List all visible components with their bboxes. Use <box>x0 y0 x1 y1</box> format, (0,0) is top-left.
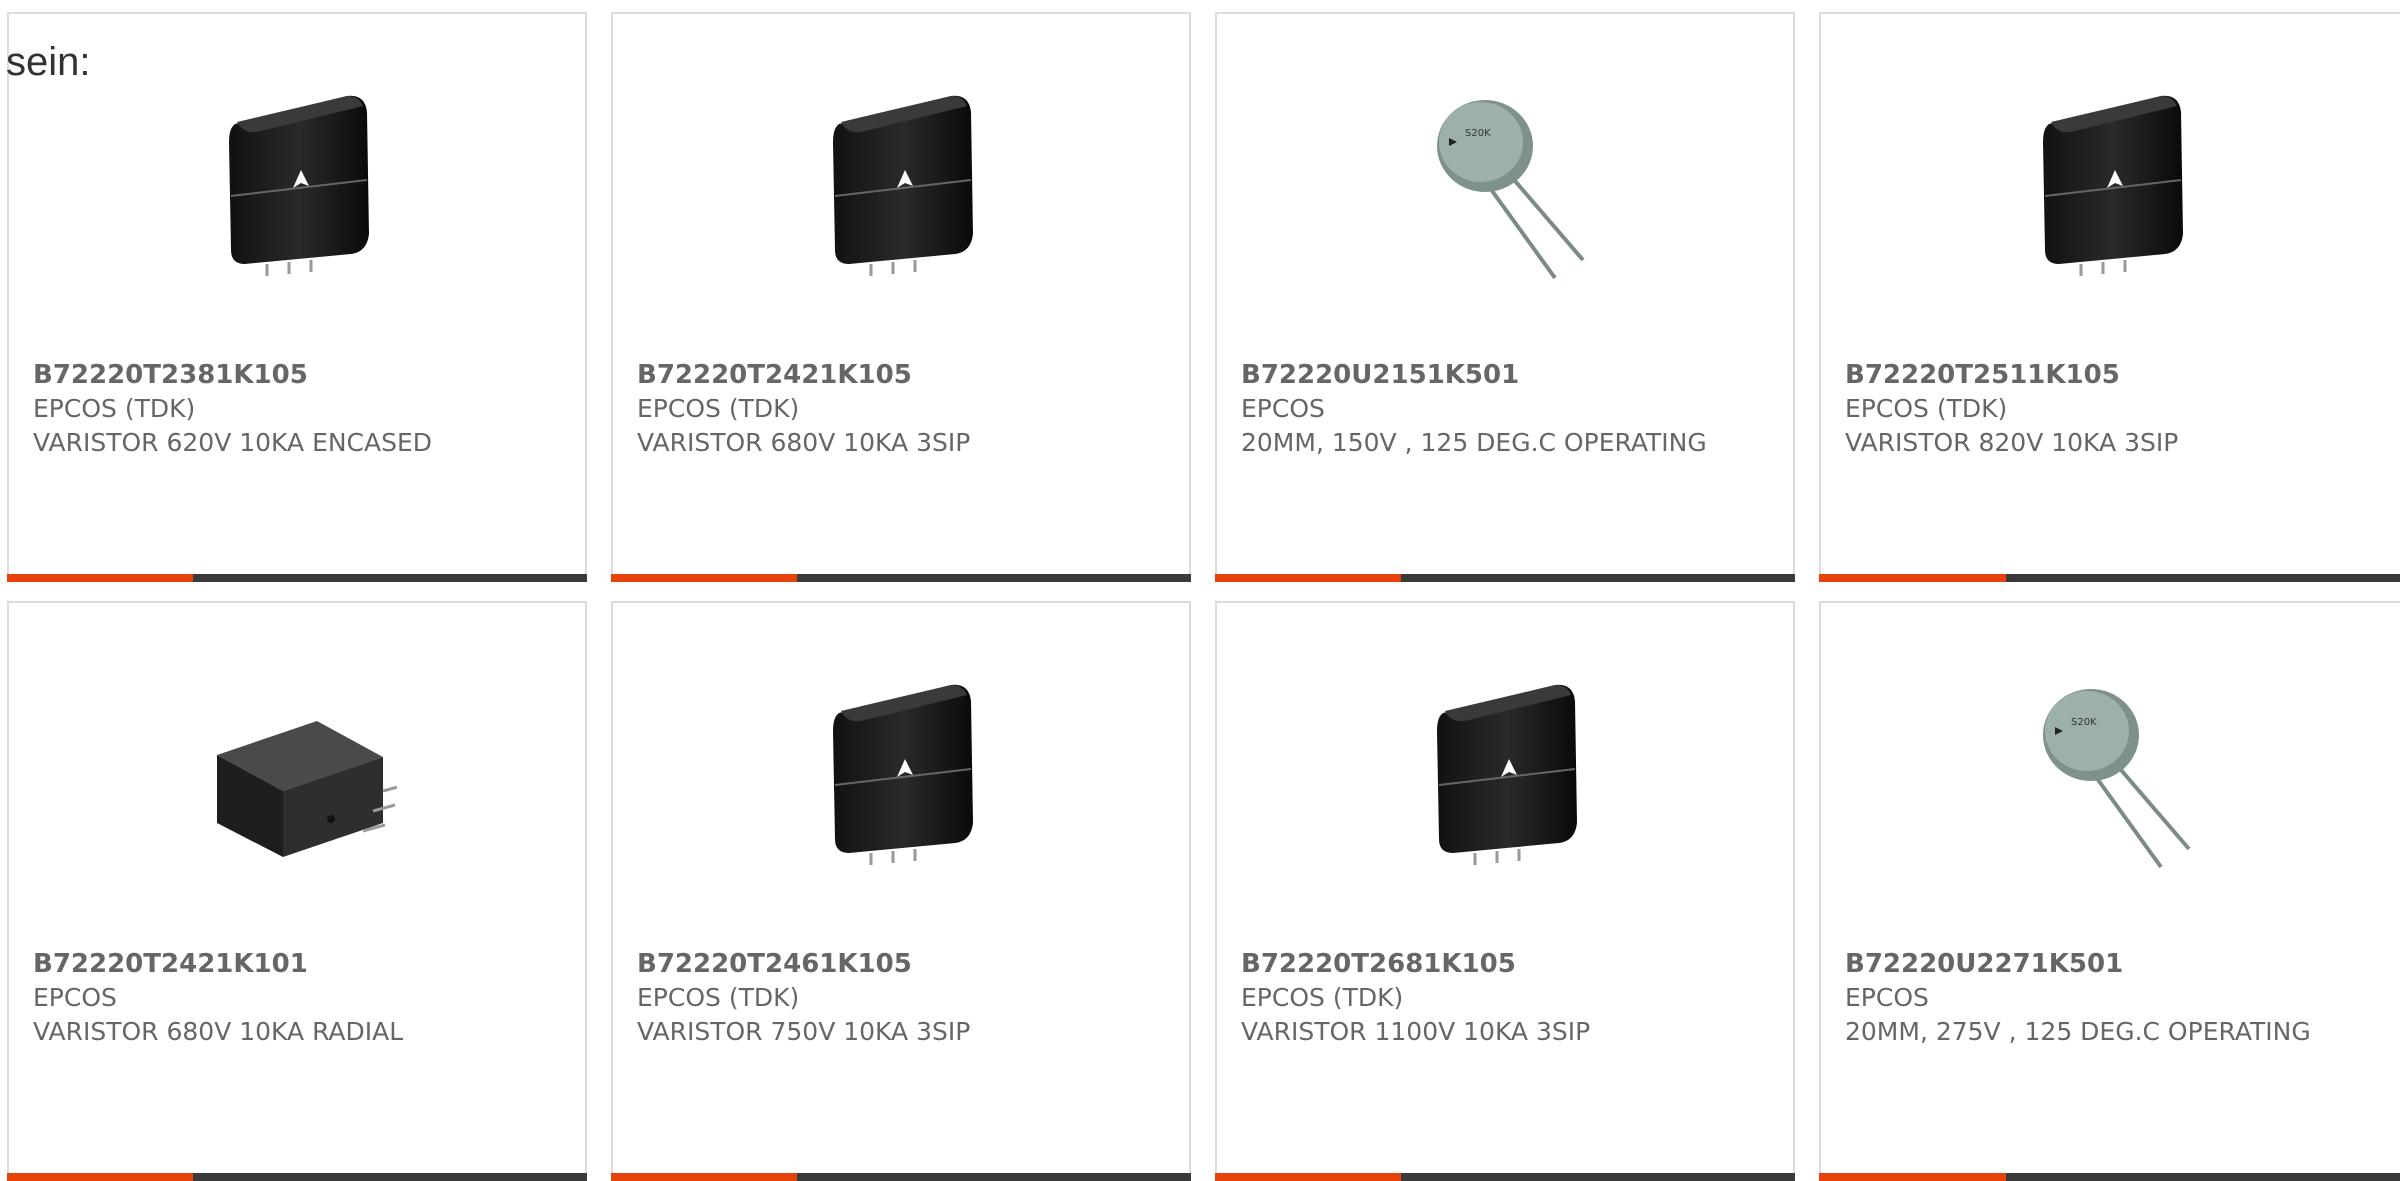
description: VARISTOR 680V 10KA RADIAL <box>33 1017 404 1046</box>
product-card[interactable]: B72220T2421K101 EPCOS VARISTOR 680V 10KA… <box>7 601 587 1181</box>
product-info: B72220T2381K105 EPCOS (TDK) VARISTOR 620… <box>33 358 565 460</box>
description: 20MM, 275V , 125 DEG.C OPERATING <box>1845 1017 2311 1046</box>
disc-varistor-image: S20K <box>1405 84 1605 284</box>
part-number[interactable]: B72220U2271K501 <box>1845 947 2380 981</box>
product-info: B72220T2681K105 EPCOS (TDK) VARISTOR 110… <box>1241 947 1773 1049</box>
description: VARISTOR 680V 10KA 3SIP <box>637 428 971 457</box>
description: 20MM, 150V , 125 DEG.C OPERATING <box>1241 428 1707 457</box>
part-number[interactable]: B72220U2151K501 <box>1241 358 1773 392</box>
part-number[interactable]: B72220T2681K105 <box>1241 947 1773 981</box>
manufacturer: EPCOS (TDK) <box>637 983 800 1012</box>
product-card[interactable]: B72220T2421K105 EPCOS (TDK) VARISTOR 680… <box>611 12 1191 582</box>
part-number[interactable]: B72220T2421K105 <box>637 358 1169 392</box>
product-info: B72220T2461K105 EPCOS (TDK) VARISTOR 750… <box>637 947 1169 1049</box>
card-accent-bar <box>1819 574 2400 582</box>
manufacturer: EPCOS <box>33 983 117 1012</box>
description: VARISTOR 1100V 10KA 3SIP <box>1241 1017 1591 1046</box>
disc-varistor-image: S20K <box>2011 673 2211 873</box>
product-info: B72220U2271K501 EPCOS 20MM, 275V , 125 D… <box>1845 947 2380 1049</box>
product-card[interactable]: S20K B72220U2271K501 EPCOS 20MM, 275V , … <box>1819 601 2400 1181</box>
description: VARISTOR 620V 10KA ENCASED <box>33 428 433 457</box>
svg-text:S20K: S20K <box>1465 128 1491 139</box>
block-varistor-image <box>197 673 397 873</box>
product-card[interactable]: S20K B72220U2151K501 EPCOS 20MM, 150V , … <box>1215 12 1795 582</box>
part-number[interactable]: B72220T2421K101 <box>33 947 565 981</box>
encased-varistor-image <box>2011 84 2211 284</box>
manufacturer: EPCOS <box>1845 983 1929 1012</box>
encased-varistor-image <box>197 84 397 284</box>
card-accent-bar <box>7 1173 587 1181</box>
description: VARISTOR 820V 10KA 3SIP <box>1845 428 2179 457</box>
encased-varistor-image <box>801 673 1001 873</box>
card-accent-bar <box>7 574 587 582</box>
product-card[interactable]: B72220T2511K105 EPCOS (TDK) VARISTOR 820… <box>1819 12 2400 582</box>
manufacturer: EPCOS (TDK) <box>1241 983 1404 1012</box>
intro-text: sein: <box>6 40 91 84</box>
product-info: B72220T2421K101 EPCOS VARISTOR 680V 10KA… <box>33 947 565 1049</box>
description: VARISTOR 750V 10KA 3SIP <box>637 1017 971 1046</box>
product-card[interactable]: B72220T2461K105 EPCOS (TDK) VARISTOR 750… <box>611 601 1191 1181</box>
encased-varistor-image <box>801 84 1001 284</box>
manufacturer: EPCOS (TDK) <box>1845 394 2008 423</box>
product-card[interactable]: B72220T2681K105 EPCOS (TDK) VARISTOR 110… <box>1215 601 1795 1181</box>
product-grid: B72220T2381K105 EPCOS (TDK) VARISTOR 620… <box>0 0 2400 1181</box>
part-number[interactable]: B72220T2461K105 <box>637 947 1169 981</box>
encased-varistor-image <box>1405 673 1605 873</box>
manufacturer: EPCOS (TDK) <box>33 394 196 423</box>
card-accent-bar <box>611 1173 1191 1181</box>
card-accent-bar <box>1819 1173 2400 1181</box>
manufacturer: EPCOS (TDK) <box>637 394 800 423</box>
part-number[interactable]: B72220T2511K105 <box>1845 358 2380 392</box>
manufacturer: EPCOS <box>1241 394 1325 423</box>
card-accent-bar <box>611 574 1191 582</box>
product-info: B72220U2151K501 EPCOS 20MM, 150V , 125 D… <box>1241 358 1773 460</box>
product-card[interactable]: B72220T2381K105 EPCOS (TDK) VARISTOR 620… <box>7 12 587 582</box>
part-number[interactable]: B72220T2381K105 <box>33 358 565 392</box>
svg-text:S20K: S20K <box>2071 717 2097 728</box>
product-info: B72220T2421K105 EPCOS (TDK) VARISTOR 680… <box>637 358 1169 460</box>
card-accent-bar <box>1215 1173 1795 1181</box>
product-info: B72220T2511K105 EPCOS (TDK) VARISTOR 820… <box>1845 358 2380 460</box>
card-accent-bar <box>1215 574 1795 582</box>
